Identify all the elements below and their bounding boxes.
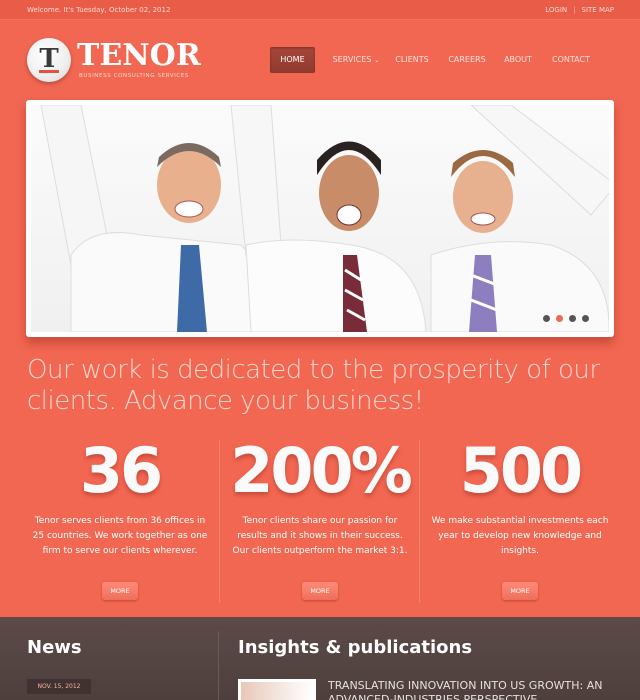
nav-item-clients[interactable]: CLIENTS [385,47,439,73]
nav-item-about[interactable]: ABOUT [495,47,541,73]
article-thumbnail[interactable] [238,679,316,700]
nav-item-label: CAREERS [448,55,486,64]
slider-dot[interactable] [582,315,589,322]
nav-item-contact[interactable]: CONTACT [541,47,601,73]
top-bar: Welcome. It's Tuesday, October 02, 2012 … [0,0,640,20]
more-button[interactable]: MORE [302,582,338,600]
slider-dot[interactable] [543,315,550,322]
nav-item-services[interactable]: SERVICES ⌄ [327,47,385,73]
nav-item-label: ABOUT [504,55,532,64]
main-nav: HOME SERVICES ⌄ CLIENTS CAREERS ABOUT CON… [270,47,601,73]
slider-pagination [543,315,589,322]
stat-description: Tenor serves clients from 36 offices in … [32,516,208,556]
celebrating-team-illustration [40,105,609,332]
logo-badge-icon: T [27,38,71,82]
nav-item-label: HOME [280,55,305,64]
nav-item-label: SERVICES [332,55,372,64]
stat-number: 200% [230,434,413,507]
chevron-down-icon: ⌄ [374,57,380,64]
welcome-text: Welcome. It's Tuesday, October 02, 2012 [27,6,171,14]
logo-name: TENOR [77,38,201,73]
stat-block: 500 We make substantial investments each… [425,435,615,559]
news-date-badge: NOV. 15, 2012 [27,679,91,694]
slider-dot[interactable] [569,315,576,322]
hero-slide-image [31,105,609,332]
stat-description: We make substantial investments each yea… [431,516,609,556]
insights-heading: Insights & publications [238,637,473,658]
article-title-link[interactable]: TRANSLATING INNOVATION INTO US GROWTH: A… [328,679,618,700]
more-button[interactable]: MORE [102,582,138,600]
nav-item-label: CONTACT [552,55,590,64]
hero-slider[interactable] [26,100,614,337]
site-logo[interactable]: T TENOR BUSINESS CONSULTING SERVICES [27,38,201,82]
more-button[interactable]: MORE [502,582,538,600]
hero-headline: Our work is dedicated to the prosperity … [27,355,600,416]
logo-badge-letter: T [39,43,59,74]
stat-description: Tenor clients share our passion for resu… [232,516,408,556]
news-heading: News [27,637,82,658]
bottom-section: News NOV. 15, 2012 Insights & publicatio… [0,617,640,700]
top-links-separator: | [573,6,576,14]
nav-item-label: CLIENTS [395,55,429,64]
top-links: LOGIN | SITE MAP [545,6,614,14]
stat-block: 36 Tenor serves clients from 36 offices … [25,435,215,559]
sitemap-link[interactable]: SITE MAP [582,6,614,14]
nav-item-careers[interactable]: CAREERS [439,47,495,73]
column-divider [218,631,219,700]
column-divider [419,440,420,602]
nav-item-home[interactable]: HOME [270,47,315,73]
column-divider [219,440,220,602]
logo-tagline: BUSINESS CONSULTING SERVICES [79,73,189,79]
stat-number: 36 [79,434,163,507]
stat-number: 500 [459,434,583,507]
login-link[interactable]: LOGIN [545,6,567,14]
slider-dot-active[interactable] [556,315,563,322]
stat-block: 200% Tenor clients share our passion for… [225,435,415,559]
